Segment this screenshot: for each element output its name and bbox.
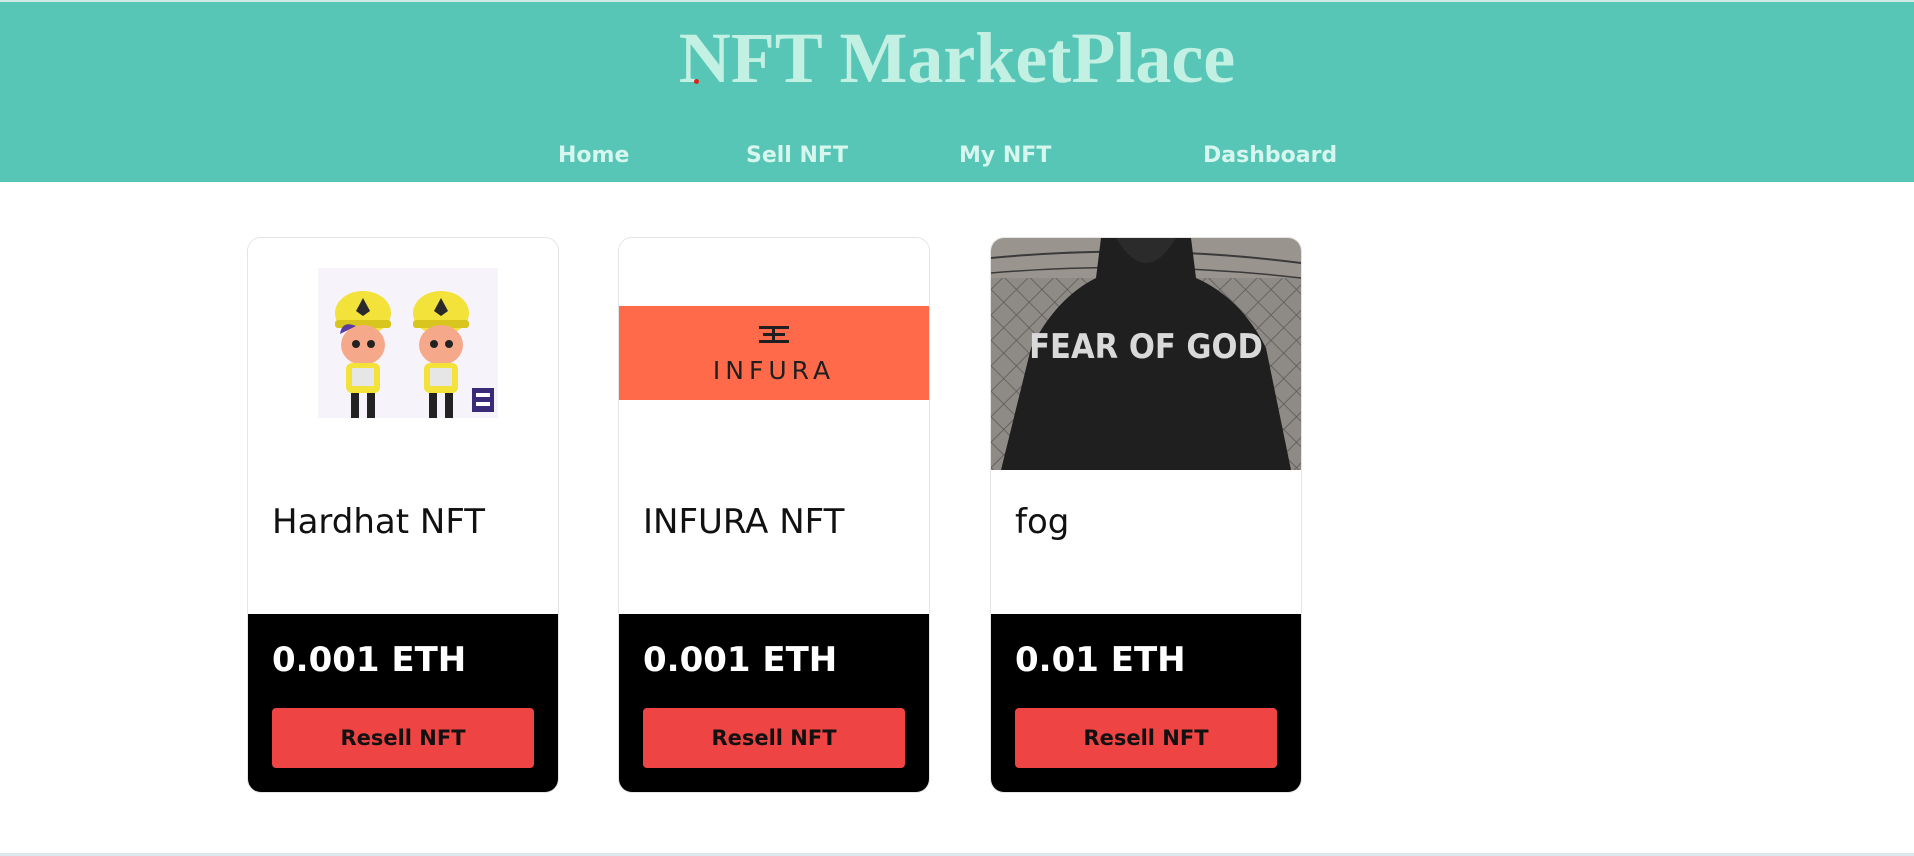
nft-name: Hardhat NFT <box>272 502 486 542</box>
fear-of-god-text: FEAR OF GOD <box>1029 327 1263 367</box>
nav-my-nft-link[interactable]: My NFT <box>959 142 1051 170</box>
nft-card-footer: 0.01 ETH Resell NFT <box>991 614 1301 792</box>
nft-card-footer: 0.001 ETH Resell NFT <box>619 614 929 792</box>
hardhat-workers-icon <box>318 268 498 418</box>
nft-card: Hardhat NFT 0.001 ETH Resell NFT <box>247 237 559 793</box>
nft-price: 0.01 ETH <box>1015 640 1186 680</box>
infura-logo-icon: INFURA <box>619 306 929 400</box>
cursor-dot <box>694 79 699 84</box>
nav-dashboard-link[interactable]: Dashboard <box>1203 142 1337 170</box>
resell-nft-button[interactable]: Resell NFT <box>643 708 905 768</box>
resell-nft-button[interactable]: Resell NFT <box>272 708 534 768</box>
nft-name: fog <box>1015 502 1070 542</box>
nft-image: FEAR OF GOD <box>991 238 1301 470</box>
nft-card: FEAR OF GOD fog 0.01 ETH Resell NFT <box>990 237 1302 793</box>
nav-sell-nft-link[interactable]: Sell NFT <box>746 142 848 170</box>
nft-price: 0.001 ETH <box>643 640 838 680</box>
nft-image <box>248 238 558 470</box>
nav-home-link[interactable]: Home <box>558 142 629 170</box>
nft-card: INFURA INFURA NFT 0.001 ETH Resell NFT <box>618 237 930 793</box>
infura-logo-text: INFURA <box>712 356 836 385</box>
fear-of-god-hoodie-icon: FEAR OF GOD <box>991 238 1301 470</box>
site-title: NFT MarketPlace <box>678 18 1236 98</box>
nft-image: INFURA <box>619 238 929 470</box>
resell-nft-button[interactable]: Resell NFT <box>1015 708 1277 768</box>
nft-price: 0.001 ETH <box>272 640 467 680</box>
site-header: NFT MarketPlace Home Sell NFT My NFT Das… <box>0 0 1914 182</box>
nft-name: INFURA NFT <box>643 502 845 542</box>
nft-card-footer: 0.001 ETH Resell NFT <box>248 614 558 792</box>
